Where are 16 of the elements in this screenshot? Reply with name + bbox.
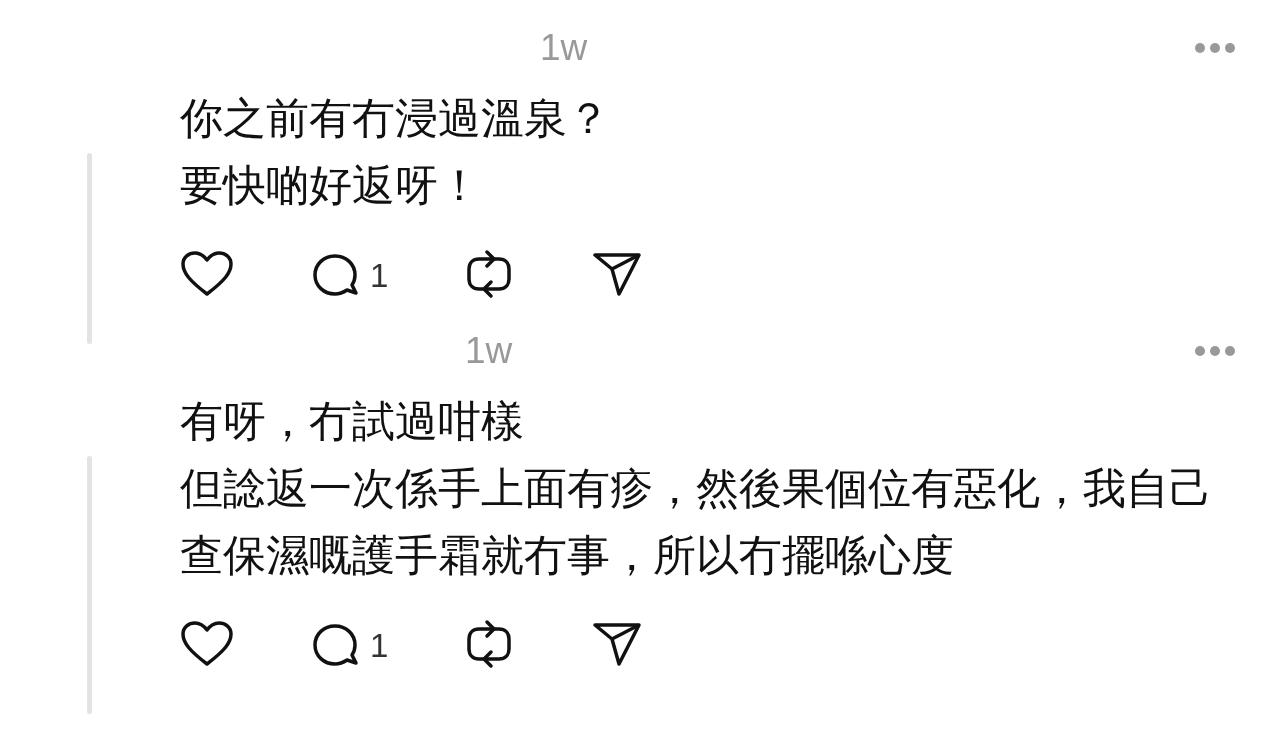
repost-icon[interactable] [465,249,513,299]
send-icon[interactable] [592,251,642,297]
more-icon[interactable] [1194,42,1236,54]
heart-icon[interactable] [180,620,234,668]
send-icon[interactable] [592,621,642,667]
heart-icon[interactable] [180,250,234,298]
repost-icon[interactable] [465,619,513,669]
post-text: 但諗返一次係手上面有疹，然後果個位有惡化，我自己查保濕嘅護手霜就冇事，所以冇擺喺心度 [180,462,1213,582]
post-time: 1w [465,330,513,372]
post-text: 你之前有冇浸過溫泉？ [180,92,611,145]
more-icon[interactable] [1194,345,1236,357]
post-text: 要快啲好返呀！ [180,159,482,212]
post-time: 1w [540,27,588,69]
post-text: 有呀，冇試過咁樣 [180,395,525,448]
reply-count: 1 [370,627,389,665]
reply-count: 1 [370,257,389,295]
